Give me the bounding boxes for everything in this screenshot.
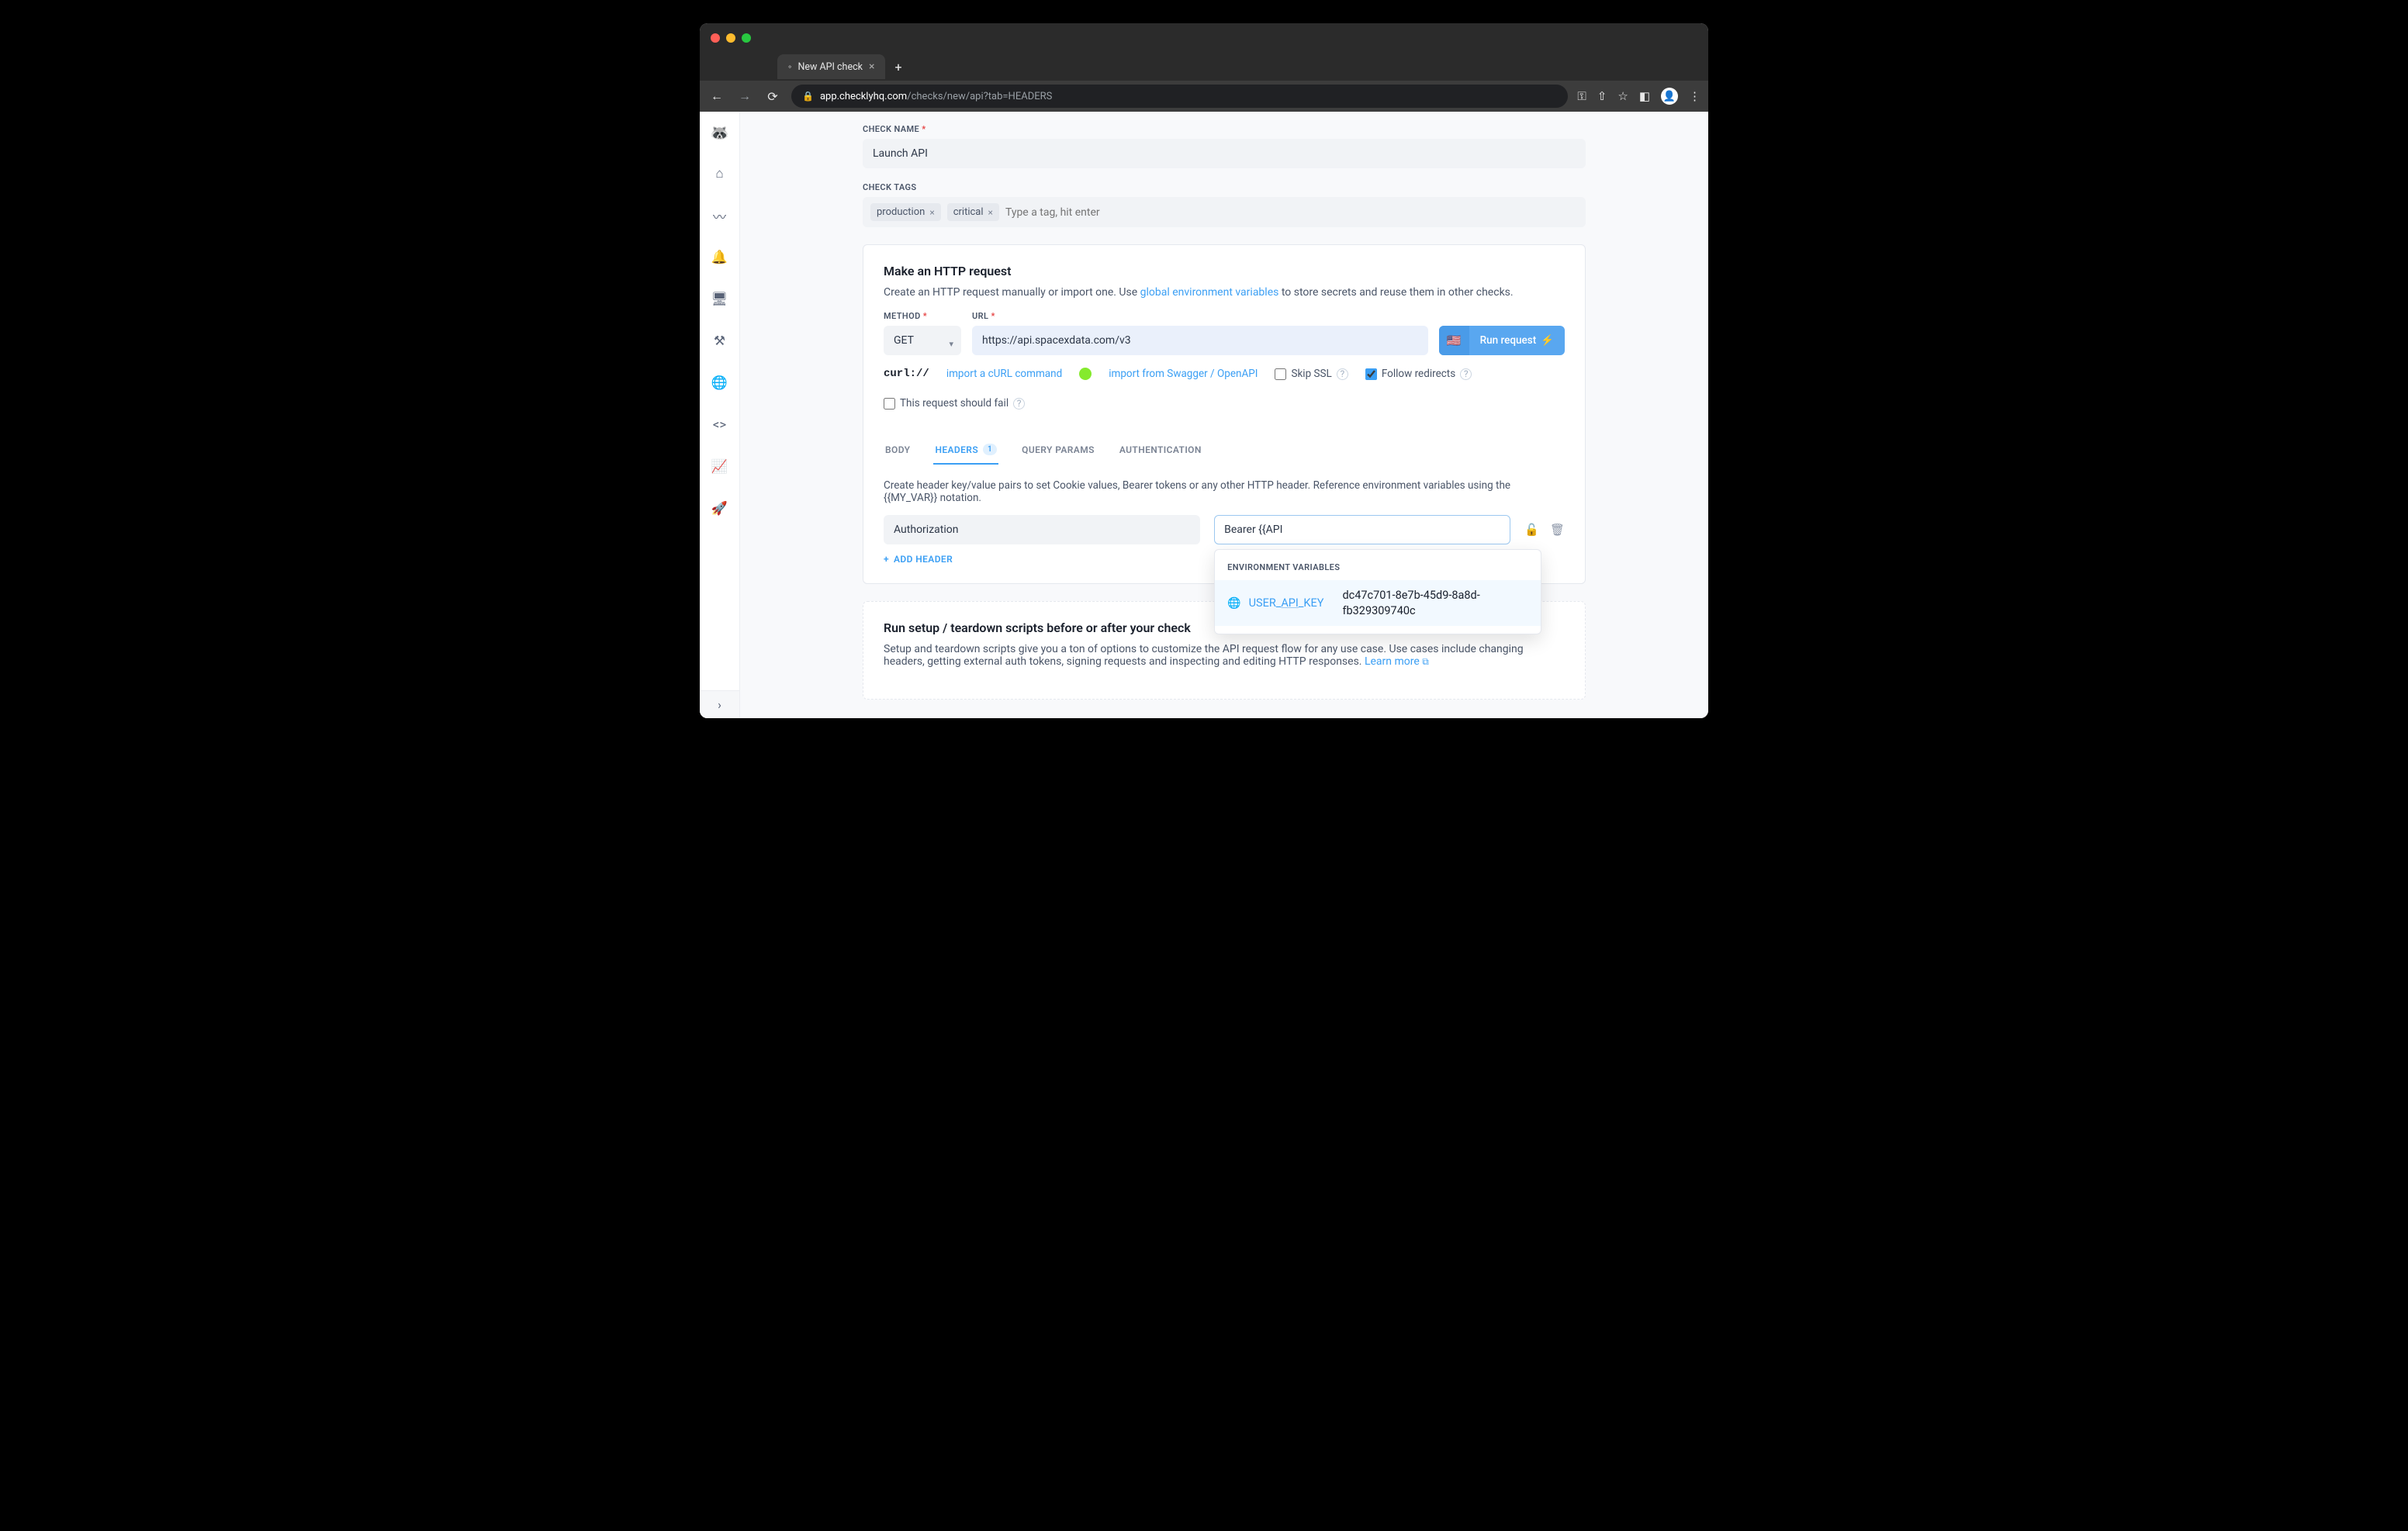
window-titlebar xyxy=(700,23,1708,53)
swagger-icon xyxy=(1079,368,1092,380)
url-label: URL * xyxy=(972,311,1428,321)
headers-count-badge: 1 xyxy=(983,444,997,455)
import-swagger-link[interactable]: import from Swagger / OpenAPI xyxy=(1109,368,1258,380)
http-panel-title: Make an HTTP request xyxy=(884,264,1565,278)
remove-tag-icon[interactable]: × xyxy=(929,207,934,218)
url-host: app.checklyhq.com xyxy=(820,91,907,102)
help-icon[interactable]: ? xyxy=(1460,368,1472,380)
import-curl-link[interactable]: import a cURL command xyxy=(946,368,1062,380)
sidebar-activity-icon[interactable]: 〰 xyxy=(708,203,732,228)
bookmark-icon[interactable]: ☆ xyxy=(1617,89,1628,103)
app-sidebar: 🦝 ⌂ 〰 🔔 🖥 ⚒ 🌐 <> 📈 🚀 › xyxy=(700,112,740,718)
autocomplete-item[interactable]: 🌐 USER_API_KEY dc47c701-8e7b-45d9-8a8d-f… xyxy=(1215,580,1541,626)
browser-window: ◦ New API check × + ← → ⟳ 🔒 app.checklyh… xyxy=(700,23,1708,718)
url-path: /checks/new/api?tab=HEADERS xyxy=(907,91,1052,102)
sidebar-monitor-icon[interactable]: 🖥 xyxy=(708,287,732,312)
reload-button[interactable]: ⟳ xyxy=(763,89,782,104)
profile-avatar[interactable]: 👤 xyxy=(1661,88,1678,105)
close-tab-icon[interactable]: × xyxy=(869,60,874,73)
curl-logo: curl:// xyxy=(884,368,929,380)
skip-ssl-checkbox[interactable]: Skip SSL ? xyxy=(1275,368,1348,380)
check-name-label: CHECK NAME * xyxy=(863,124,1586,134)
sidebar-tools-icon[interactable]: ⚒ xyxy=(708,329,732,354)
browser-right-icons: ⚿ ⇧ ☆ ◧ 👤 ⋮ xyxy=(1577,88,1700,105)
main-content: CHECK NAME * CHECK TAGS production× crit… xyxy=(740,112,1708,718)
check-tags-label: CHECK TAGS xyxy=(863,182,1586,192)
env-var-autocomplete: ENVIRONMENT VARIABLES 🌐 USER_API_KEY dc4… xyxy=(1214,549,1541,634)
header-value-input[interactable] xyxy=(1214,515,1510,544)
app-shell: 🦝 ⌂ 〰 🔔 🖥 ⚒ 🌐 <> 📈 🚀 › CHECK NAME * CHEC… xyxy=(700,112,1708,718)
follow-redirects-checkbox[interactable]: Follow redirects ? xyxy=(1365,368,1472,380)
globe-icon: 🌐 xyxy=(1227,597,1240,610)
checkly-logo[interactable]: 🦝 xyxy=(708,121,732,144)
browser-tab-bar: ◦ New API check × + xyxy=(700,53,1708,81)
remove-tag-icon[interactable]: × xyxy=(988,207,993,218)
browser-toolbar: ← → ⟳ 🔒 app.checklyhq.com/checks/new/api… xyxy=(700,81,1708,112)
autocomplete-section-label: ENVIRONMENT VARIABLES xyxy=(1215,558,1541,580)
check-name-input[interactable] xyxy=(863,139,1586,168)
headers-tab-desc: Create header key/value pairs to set Coo… xyxy=(884,479,1565,504)
lock-header-icon[interactable]: 🔓 xyxy=(1524,523,1539,537)
http-panel-desc: Create an HTTP request manually or impor… xyxy=(884,286,1565,299)
maximize-window-button[interactable] xyxy=(742,33,751,43)
method-select[interactable]: GET xyxy=(884,326,961,355)
traffic-lights xyxy=(711,33,751,43)
tags-text-input[interactable] xyxy=(1005,206,1578,219)
sidebar-alerts-icon[interactable]: 🔔 xyxy=(708,245,732,270)
browser-tab[interactable]: ◦ New API check × xyxy=(777,54,885,79)
header-row: ENVIRONMENT VARIABLES 🌐 USER_API_KEY dc4… xyxy=(884,515,1565,544)
add-header-button[interactable]: + ADD HEADER xyxy=(884,554,953,565)
run-request-button[interactable]: 🇺🇸 Run request ⚡ xyxy=(1439,326,1565,355)
tags-input[interactable]: production× critical× xyxy=(863,197,1586,227)
tab-authentication[interactable]: AUTHENTICATION xyxy=(1118,436,1203,465)
method-label: METHOD * xyxy=(884,311,961,321)
env-var-name: USER_API_KEY xyxy=(1249,596,1324,610)
tab-favicon: ◦ xyxy=(788,61,791,73)
env-var-value: dc47c701-8e7b-45d9-8a8d-fb329309740c xyxy=(1342,588,1528,618)
sidebar-code-icon[interactable]: <> xyxy=(708,413,732,437)
tab-headers[interactable]: HEADERS1 xyxy=(933,436,998,465)
sidebar-globe-icon[interactable]: 🌐 xyxy=(708,371,732,396)
header-key-input[interactable] xyxy=(884,515,1200,544)
sidebar-analytics-icon[interactable]: 📈 xyxy=(708,454,732,479)
back-button[interactable]: ← xyxy=(708,88,726,104)
plus-icon: + xyxy=(884,554,889,565)
scripts-panel-desc: Setup and teardown scripts give you a to… xyxy=(884,643,1565,668)
http-request-panel: Make an HTTP request Create an HTTP requ… xyxy=(863,244,1586,584)
tag-critical: critical× xyxy=(947,203,999,221)
bolt-icon: ⚡ xyxy=(1541,334,1554,347)
panel-icon[interactable]: ◧ xyxy=(1639,89,1650,103)
tag-production: production× xyxy=(870,203,941,221)
minimize-window-button[interactable] xyxy=(726,33,735,43)
menu-icon[interactable]: ⋮ xyxy=(1689,89,1700,103)
tab-body[interactable]: BODY xyxy=(884,436,912,465)
should-fail-checkbox[interactable]: This request should fail ? xyxy=(884,397,1025,410)
sidebar-expand-button[interactable]: › xyxy=(700,690,739,718)
flag-icon: 🇺🇸 xyxy=(1439,326,1469,355)
external-link-icon: ⧉ xyxy=(1422,656,1429,667)
delete-header-icon[interactable]: 🗑 xyxy=(1550,523,1565,537)
address-bar[interactable]: 🔒 app.checklyhq.com/checks/new/api?tab=H… xyxy=(791,85,1568,108)
close-window-button[interactable] xyxy=(711,33,720,43)
tab-query-params[interactable]: QUERY PARAMS xyxy=(1020,436,1096,465)
sidebar-home-icon[interactable]: ⌂ xyxy=(708,161,732,186)
url-input[interactable] xyxy=(972,326,1428,355)
import-options-row: curl:// import a cURL command import fro… xyxy=(884,368,1565,410)
tab-title: New API check xyxy=(797,61,863,73)
new-tab-button[interactable]: + xyxy=(894,60,901,74)
request-tabs: BODY HEADERS1 QUERY PARAMS AUTHENTICATIO… xyxy=(884,436,1565,465)
help-icon[interactable]: ? xyxy=(1013,398,1025,410)
sidebar-rocket-icon[interactable]: 🚀 xyxy=(708,496,732,521)
key-icon[interactable]: ⚿ xyxy=(1577,89,1586,103)
help-icon[interactable]: ? xyxy=(1337,368,1348,380)
forward-button[interactable]: → xyxy=(735,88,754,104)
lock-icon: 🔒 xyxy=(802,91,814,102)
share-icon[interactable]: ⇧ xyxy=(1597,89,1607,103)
learn-more-link[interactable]: Learn more ⧉ xyxy=(1365,655,1429,668)
global-env-vars-link[interactable]: global environment variables xyxy=(1140,286,1279,299)
